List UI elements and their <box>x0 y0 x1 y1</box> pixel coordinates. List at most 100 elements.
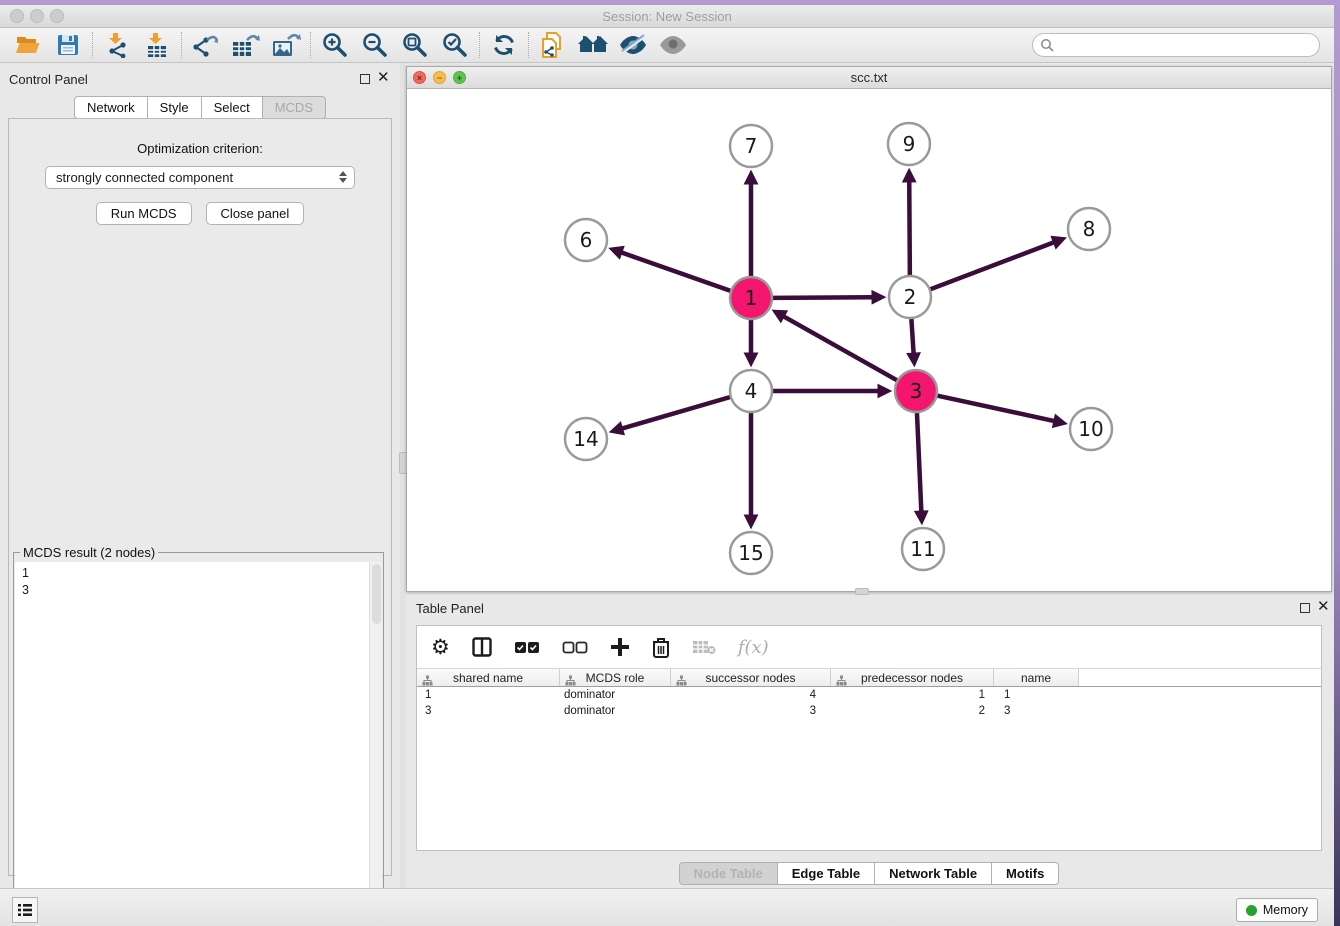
table-cell: 1 <box>417 687 560 703</box>
session-title: Session: New Session <box>0 9 1334 24</box>
export-image-icon[interactable] <box>266 30 306 60</box>
shared-column-icon <box>676 673 687 691</box>
application-window: Session: New Session <box>0 0 1340 926</box>
toolbar-separator <box>181 32 182 58</box>
graph-edge-3-11[interactable] <box>917 413 921 512</box>
result-scrollbar[interactable] <box>369 562 382 926</box>
tab-select[interactable]: Select <box>202 96 263 119</box>
zoom-out-icon[interactable] <box>355 30 395 60</box>
column-header-MCDS-role[interactable]: MCDS role <box>560 669 671 686</box>
graph-edge-2-3[interactable] <box>911 319 913 354</box>
close-panel-icon[interactable]: ✕ <box>377 68 390 88</box>
column-header-shared-name[interactable]: shared name <box>417 669 560 686</box>
network-window-titlebar: × − + scc.txt <box>407 67 1331 89</box>
column-header-successor-nodes[interactable]: successor nodes <box>671 669 831 686</box>
toolbar-separator <box>528 32 529 58</box>
list-icon <box>17 903 33 917</box>
add-column-icon[interactable] <box>610 637 630 657</box>
close-panel-button[interactable]: Close panel <box>206 202 305 225</box>
float-table-panel-icon[interactable] <box>1300 603 1310 613</box>
tab-network-table[interactable]: Network Table <box>875 862 992 885</box>
show-details-icon[interactable] <box>653 30 693 60</box>
refresh-layout-icon[interactable] <box>484 30 524 60</box>
zoom-selected-icon[interactable] <box>435 30 475 60</box>
save-icon[interactable] <box>48 30 88 60</box>
export-table-icon[interactable] <box>226 30 266 60</box>
import-network-icon[interactable] <box>97 30 137 60</box>
float-panel-icon[interactable] <box>360 74 370 84</box>
dropdown-stepper-icon <box>339 171 347 183</box>
graph-node-label-2: 2 <box>904 285 917 309</box>
graph-node-label-14: 14 <box>573 427 598 451</box>
toolbar-separator <box>310 32 311 58</box>
main-titlebar: Session: New Session <box>0 5 1334 28</box>
graph-edge-4-14[interactable] <box>622 397 730 429</box>
tab-motifs[interactable]: Motifs <box>992 862 1059 885</box>
tab-edge-table[interactable]: Edge Table <box>778 862 875 885</box>
table-cell: 2 <box>831 703 994 719</box>
search-field <box>1032 33 1320 57</box>
show-columns-icon[interactable] <box>472 637 492 657</box>
toolbar-separator <box>479 32 480 58</box>
clone-network-icon[interactable] <box>533 30 573 60</box>
graph-edge-2-8[interactable] <box>931 242 1055 289</box>
table-body: 1dominator4113dominator323 <box>417 687 1321 719</box>
tab-network[interactable]: Network <box>74 96 148 119</box>
graph-node-label-6: 6 <box>580 228 593 252</box>
horizontal-splitter-grip[interactable] <box>855 588 869 595</box>
memory-button[interactable]: Memory <box>1236 898 1318 922</box>
graph-node-label-9: 9 <box>903 132 916 156</box>
table-cell: 3 <box>994 703 1079 719</box>
shared-column-icon <box>836 673 847 691</box>
table-panel-title: Table Panel <box>416 601 484 616</box>
home-view-icon[interactable] <box>573 30 613 60</box>
task-history-button[interactable] <box>12 897 38 923</box>
graph-edge-3-10[interactable] <box>937 396 1054 421</box>
delete-column-icon[interactable] <box>652 637 670 658</box>
search-input[interactable] <box>1055 35 1319 55</box>
graph-node-label-8: 8 <box>1083 217 1096 241</box>
column-header-predecessor-nodes[interactable]: predecessor nodes <box>831 669 994 686</box>
graph-edge-3-1[interactable] <box>783 316 897 380</box>
table-tabs: Node TableEdge TableNetwork TableMotifs <box>406 862 1332 885</box>
shared-column-icon <box>422 673 433 691</box>
tab-style[interactable]: Style <box>148 96 202 119</box>
function-builder-icon: f(x) <box>738 637 769 658</box>
criterion-dropdown[interactable]: strongly connected component <box>45 166 355 189</box>
graph-edge-2-9[interactable] <box>909 181 910 275</box>
tab-node-table[interactable]: Node Table <box>679 862 778 885</box>
table-toolbar: ⚙ f(x) <box>417 626 1321 668</box>
destroy-table-icon <box>692 639 716 655</box>
import-table-icon[interactable] <box>137 30 177 60</box>
table-cell: 4 <box>671 687 831 703</box>
network-canvas[interactable]: 7968124314101511 <box>407 89 1331 591</box>
tab-mcds[interactable]: MCDS <box>263 96 326 119</box>
column-header-name[interactable]: name <box>994 669 1079 686</box>
table-row[interactable]: 3dominator323 <box>417 703 1321 719</box>
control-panel-tabs: NetworkStyleSelectMCDS <box>0 96 400 119</box>
select-all-columns-icon[interactable] <box>514 641 540 654</box>
graph-edge-1-2[interactable] <box>773 297 873 298</box>
control-panel: Control Panel ✕ NetworkStyleSelectMCDS O… <box>0 63 400 888</box>
table-panel: Table Panel ✕ ⚙ <box>406 595 1332 888</box>
hide-details-icon[interactable] <box>613 30 653 60</box>
search-icon <box>1040 38 1055 53</box>
criterion-value: strongly connected component <box>56 170 233 185</box>
graph-node-label-11: 11 <box>910 537 935 561</box>
zoom-in-icon[interactable] <box>315 30 355 60</box>
toolbar-separator <box>92 32 93 58</box>
settings-gear-icon[interactable]: ⚙ <box>431 637 450 658</box>
network-title: scc.txt <box>407 70 1331 85</box>
graph-node-label-4: 4 <box>745 379 758 403</box>
node-table-container: ⚙ f(x) <box>416 625 1322 851</box>
graph-node-label-10: 10 <box>1078 417 1103 441</box>
graph-edge-1-6[interactable] <box>621 252 730 290</box>
open-folder-icon[interactable] <box>8 30 48 60</box>
run-mcds-button[interactable]: Run MCDS <box>96 202 192 225</box>
close-table-panel-icon[interactable]: ✕ <box>1317 597 1330 617</box>
export-network-icon[interactable] <box>186 30 226 60</box>
deselect-all-columns-icon[interactable] <box>562 641 588 654</box>
table-row[interactable]: 1dominator411 <box>417 687 1321 703</box>
network-view-window: × − + scc.txt 7968124314101511 <box>406 66 1332 592</box>
zoom-fit-icon[interactable] <box>395 30 435 60</box>
